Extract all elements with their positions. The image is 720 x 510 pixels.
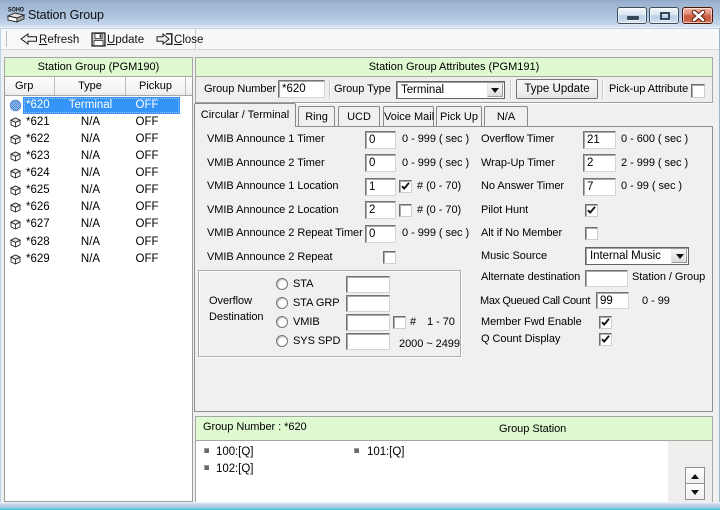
svg-text:SOHO: SOHO <box>8 7 24 14</box>
